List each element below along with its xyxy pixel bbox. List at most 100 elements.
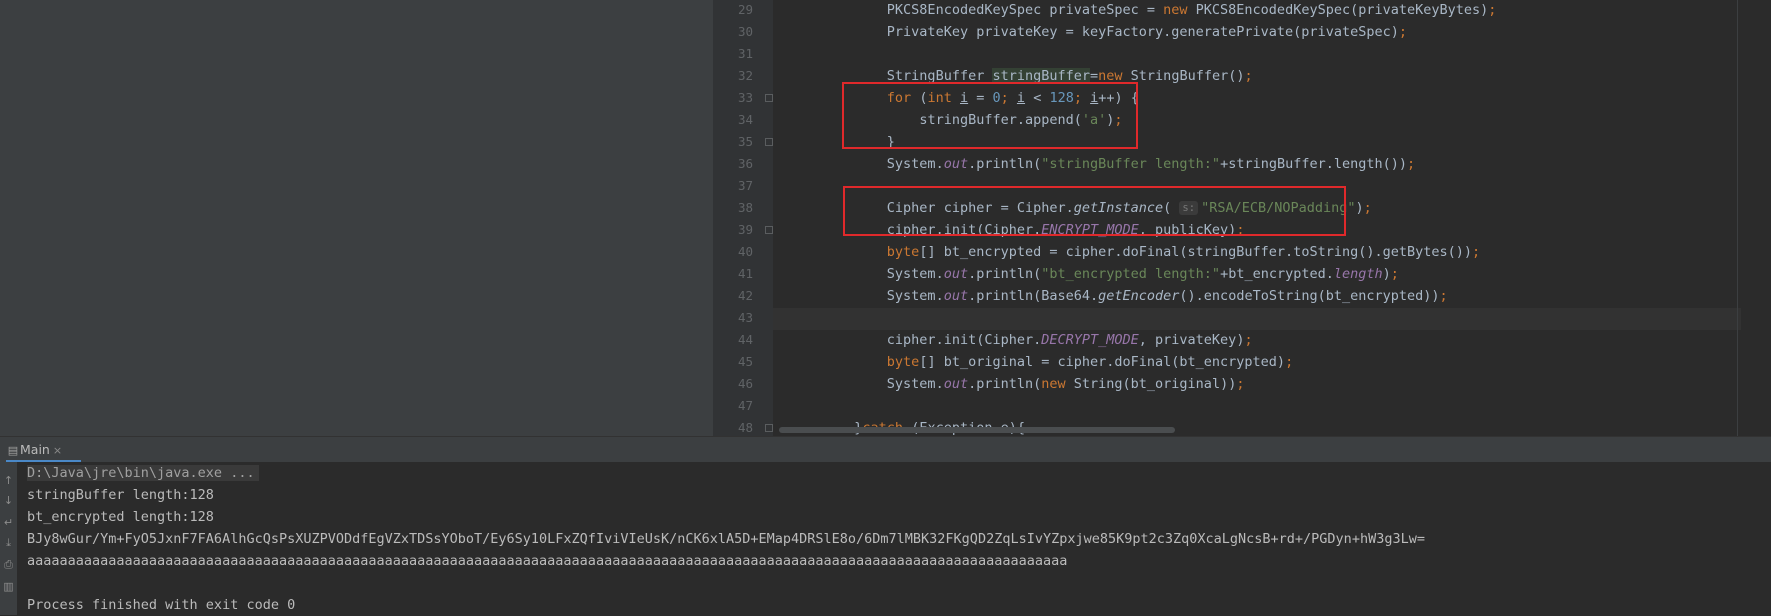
code-token: length [1333,266,1383,282]
code-line: cipher.init(Cipher.DECRYPT_MODE, private… [773,329,1253,351]
code-token: out [943,266,969,282]
fold-marker-icon[interactable] [765,424,773,432]
fold-marker-icon[interactable] [765,138,773,146]
code-line: PrivateKey privateKey = keyFactory.gener… [773,21,1407,43]
run-tool-window-header: ▤ Main × [0,436,1771,463]
console-output[interactable]: D:\Java\jre\bin\java.exe ... stringBuffe… [17,462,1771,615]
annotation-box-cipher-init [843,186,1346,236]
line-number: 35 [737,134,753,149]
code-token: new [1163,2,1188,18]
code-token: out [943,288,969,304]
console-command-line: D:\Java\jre\bin\java.exe ... [27,462,259,484]
code-token: System. [886,266,944,282]
line-number: 34 [737,112,753,127]
code-token: ; [1439,288,1448,304]
code-token: ) [1355,200,1364,216]
line-number: 37 [737,178,753,193]
code-token: PrivateKey privateKey = keyFactory.gener… [886,24,1399,40]
code-token: PKCS8EncodedKeySpec privateSpec = [886,2,1164,18]
code-token: DECRYPT_MODE [1041,332,1139,348]
code-token: cipher.init(Cipher. [886,332,1042,348]
code-token: out [943,376,969,392]
fold-marker-icon[interactable] [765,226,773,234]
code-token: ; [1244,68,1253,84]
code-token: +bt_encrypted. [1220,266,1334,282]
line-number: 36 [737,156,753,171]
code-line: byte[] bt_encrypted = cipher.doFinal(str… [773,241,1480,263]
code-token: ; [1390,266,1399,282]
code-token: System. [886,376,944,392]
tab-main-label: Main [20,442,50,457]
line-number: 43 [737,310,753,325]
line-number: 32 [737,68,753,83]
code-token: System. [886,288,944,304]
scroll-to-end-icon[interactable]: ⤓ [0,534,17,552]
trash-icon[interactable]: ▥ [0,578,17,596]
tab-main[interactable]: ▤ Main × [6,437,81,463]
code-token: [] bt_encrypted = cipher.doFinal(stringB… [919,244,1472,260]
code-token: ; [1398,24,1407,40]
console-command: D:\Java\jre\bin\java.exe ... [27,465,259,481]
code-token: [] bt_original = cipher.doFinal(bt_encry… [919,354,1286,370]
code-token: +stringBuffer.length()) [1220,156,1407,172]
code-token: String(bt_original)) [1065,376,1237,392]
line-number: 39 [737,222,753,237]
print-icon[interactable]: ⎙ [0,556,17,574]
annotation-box-for-loop [842,82,1138,149]
console-line: bt_encrypted length:128 [27,509,214,525]
line-number: 31 [737,46,753,61]
line-number: 44 [737,332,753,347]
code-token: System. [886,156,944,172]
code-token: ; [1236,376,1245,392]
code-line: System.out.println(new String(bt_origina… [773,373,1245,395]
console-toolbar: ↑ ↓ ↵ ⤓ ⎙ ▥ [0,462,17,615]
soft-wrap-icon[interactable]: ↵ [0,514,17,532]
code-line: byte[] bt_original = cipher.doFinal(bt_e… [773,351,1293,373]
code-token: byte [886,244,920,260]
project-panel [0,0,713,436]
console-line: stringBuffer length:128 [27,487,214,503]
code-token: "bt_encrypted length:" [1041,266,1221,282]
line-number: 47 [737,398,753,413]
line-number: 30 [737,24,753,39]
close-icon[interactable]: × [53,444,62,457]
line-number: 41 [737,266,753,281]
code-line: PKCS8EncodedKeySpec privateSpec = new PK… [773,0,1497,21]
code-token: PKCS8EncodedKeySpec(privateKeyBytes) [1187,2,1489,18]
code-token: out [943,156,969,172]
code-token: .println(Base64. [968,288,1099,304]
code-token: "stringBuffer length:" [1041,156,1221,172]
line-number: 40 [737,244,753,259]
editor-right-margin [1737,0,1738,436]
current-line-highlight [773,308,1741,330]
code-token: getEncoder [1098,288,1180,304]
code-token: ) [1382,266,1391,282]
line-number: 46 [737,376,753,391]
code-token: ; [1363,200,1372,216]
up-arrow-icon[interactable]: ↑ [0,472,17,490]
line-number: 42 [737,288,753,303]
line-number: 33 [737,90,753,105]
line-number: 45 [737,354,753,369]
code-token: .println( [968,266,1042,282]
code-token: ; [1407,156,1416,172]
horizontal-scrollbar[interactable] [779,427,1175,433]
code-token: , privateKey) [1138,332,1245,348]
code-token: ; [1244,332,1253,348]
code-token: ; [1285,354,1294,370]
code-token: StringBuffer() [1122,68,1245,84]
down-arrow-icon[interactable]: ↓ [0,492,17,510]
line-number-gutter: 29 30 31 32 33 34 35 36 37 38 39 40 41 42 43 44 45 46 47 48 [713,0,773,436]
code-line: System.out.println(Base64.getEncoder().e… [773,285,1448,307]
code-token: new [1041,376,1066,392]
code-token: .println( [968,156,1042,172]
code-token: byte [886,354,920,370]
line-number: 29 [737,2,753,17]
code-line: System.out.println("bt_encrypted length:… [773,263,1399,285]
console-line: aaaaaaaaaaaaaaaaaaaaaaaaaaaaaaaaaaaaaaaa… [27,553,1068,569]
fold-marker-icon[interactable] [765,94,773,102]
code-line: System.out.println("stringBuffer length:… [773,153,1415,175]
